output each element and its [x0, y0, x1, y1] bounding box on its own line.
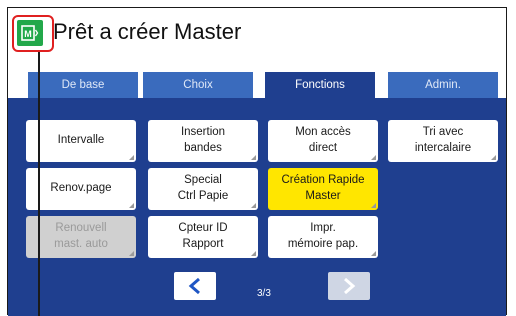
tab-admin[interactable]: Admin.	[388, 72, 498, 98]
screen-title: Prêt a créer Master	[53, 19, 242, 44]
creation-rapide-master-button[interactable]: Création Rapide Master	[268, 168, 378, 210]
tab-fonctions[interactable]: Fonctions	[265, 72, 375, 98]
icon-callout-highlight	[12, 15, 54, 52]
renov-page-button[interactable]: Renov.page	[26, 168, 136, 210]
chevron-left-icon	[188, 277, 200, 295]
intervalle-button[interactable]: Intervalle	[26, 120, 136, 162]
chevron-right-icon	[344, 277, 356, 295]
tab-choix[interactable]: Choix	[143, 72, 253, 98]
tri-avec-intercalaire-button[interactable]: Tri avec intercalaire	[388, 120, 498, 162]
prev-page-button[interactable]	[174, 272, 216, 300]
insertion-bandes-button[interactable]: Insertion bandes	[148, 120, 258, 162]
printer-screen: M Prêt a créer Master De base Choix Fonc…	[7, 7, 507, 316]
impr-memoire-pap-button[interactable]: Impr. mémoire pap.	[268, 216, 378, 258]
callout-leader-line	[38, 52, 40, 316]
page-indicator: 3/3	[257, 288, 271, 299]
tab-bar: De base Choix Fonctions Admin.	[8, 72, 506, 98]
cpteur-id-rapport-button[interactable]: Cpteur ID Rapport	[148, 216, 258, 258]
mon-acces-direct-button[interactable]: Mon accès direct	[268, 120, 378, 162]
functions-panel: Intervalle Insertion bandes Mon accès di…	[8, 98, 506, 316]
next-page-button	[328, 272, 370, 300]
special-ctrl-papier-button[interactable]: Special Ctrl Papie	[148, 168, 258, 210]
renouvell-mast-auto-button: Renouvell mast. auto	[26, 216, 136, 258]
tab-de-base[interactable]: De base	[28, 72, 138, 98]
